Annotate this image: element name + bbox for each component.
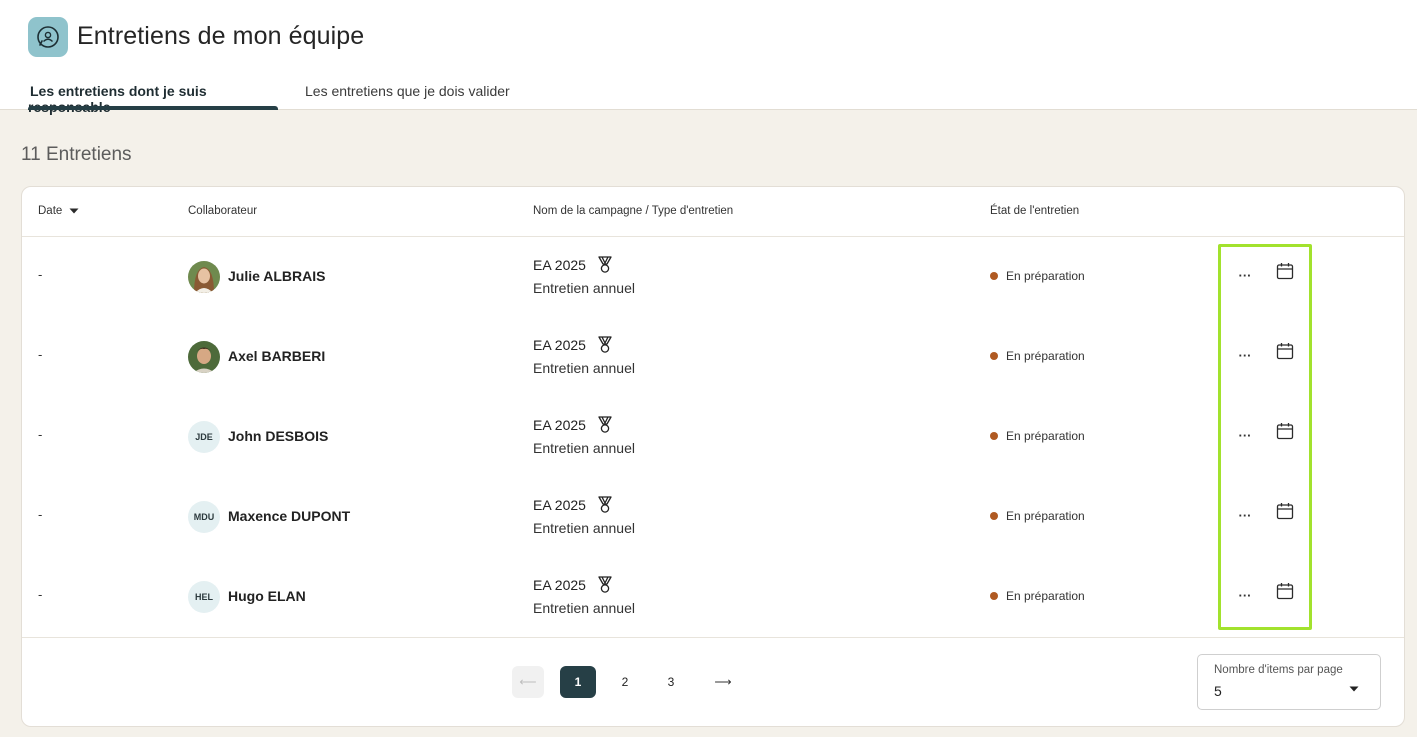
status-label: En préparation xyxy=(1006,269,1085,283)
interview-type: Entretien annuel xyxy=(533,360,635,376)
column-header-campaign: Nom de la campagne / Type d'entretien xyxy=(533,205,734,217)
interview-bubble-icon xyxy=(28,17,68,57)
collaborator-name[interactable]: Axel BARBERI xyxy=(228,348,325,364)
row-date: - xyxy=(38,587,43,602)
caret-down-icon xyxy=(1349,686,1359,692)
interview-type: Entretien annuel xyxy=(533,600,635,616)
interview-type: Entretien annuel xyxy=(533,520,635,536)
column-header-label: Date xyxy=(38,205,63,217)
award-ribbon-icon xyxy=(598,336,612,353)
interview-type: Entretien annuel xyxy=(533,440,635,456)
tab-label: Les entretiens dont je suis responsable xyxy=(28,83,207,115)
tab-interviews-to-validate[interactable]: Les entretiens que je dois valider xyxy=(305,83,510,110)
avatar: MDU xyxy=(188,501,220,533)
more-actions-button[interactable]: ··· xyxy=(1235,585,1255,605)
collaborator-name[interactable]: John DESBOIS xyxy=(228,428,328,444)
table-row[interactable]: - MDU Maxence DUPONT EA 2025 Entretien a… xyxy=(22,477,1404,557)
campaign-name: EA 2025 xyxy=(533,336,613,354)
status-badge: En préparation xyxy=(990,429,1085,443)
page-title: Entretiens de mon équipe xyxy=(77,22,365,50)
table-row[interactable]: - JDE John DESBOIS EA 2025 Entretien ann… xyxy=(22,397,1404,477)
campaign-label: EA 2025 xyxy=(533,337,586,353)
more-actions-button[interactable]: ··· xyxy=(1235,345,1255,365)
page-button-1[interactable]: 1 xyxy=(560,666,596,698)
interviews-table-card: Date Collaborateur Nom de la campagne / … xyxy=(21,186,1405,727)
column-header-state: État de l'entretien xyxy=(990,205,1080,217)
avatar: JDE xyxy=(188,421,220,453)
avatar xyxy=(188,261,220,293)
campaign-label: EA 2025 xyxy=(533,497,586,513)
status-dot xyxy=(990,512,998,520)
calendar-icon[interactable] xyxy=(1274,500,1296,522)
collaborator-name[interactable]: Maxence DUPONT xyxy=(228,508,350,524)
award-ribbon-icon xyxy=(598,496,612,513)
collaborator-name[interactable]: Julie ALBRAIS xyxy=(228,268,326,284)
status-badge: En préparation xyxy=(990,589,1085,603)
interview-type: Entretien annuel xyxy=(533,280,635,296)
column-header-collaborator: Collaborateur xyxy=(188,205,258,217)
more-actions-button[interactable]: ··· xyxy=(1235,265,1255,285)
calendar-icon[interactable] xyxy=(1274,340,1296,362)
next-page-button[interactable]: ⟶ xyxy=(707,666,739,698)
collaborator-name[interactable]: Hugo ELAN xyxy=(228,588,306,604)
status-badge: En préparation xyxy=(990,269,1085,283)
tab-label: Les entretiens que je dois valider xyxy=(305,83,510,99)
status-dot xyxy=(990,592,998,600)
table-row[interactable]: - HEL Hugo ELAN EA 2025 Entretien annuel… xyxy=(22,557,1404,637)
status-label: En préparation xyxy=(1006,429,1085,443)
page-button-3[interactable]: 3 xyxy=(653,666,689,698)
sort-down-icon xyxy=(69,208,79,214)
row-date: - xyxy=(38,347,43,362)
avatar: HEL xyxy=(188,581,220,613)
page-header: Entretiens de mon équipe Les entretiens … xyxy=(0,0,1417,115)
row-date: - xyxy=(38,267,43,282)
award-ribbon-icon xyxy=(598,416,612,433)
award-ribbon-icon xyxy=(598,576,612,593)
status-label: En préparation xyxy=(1006,509,1085,523)
more-actions-button[interactable]: ··· xyxy=(1235,425,1255,445)
items-per-page-select[interactable]: Nombre d'items par page 5 xyxy=(1197,654,1381,710)
table-row[interactable]: - Julie ALBRAIS EA 2025 Entretien annuel… xyxy=(22,237,1404,317)
interviews-count-title: 11 Entretiens xyxy=(21,144,132,165)
status-dot xyxy=(990,352,998,360)
column-header-date[interactable]: Date xyxy=(38,205,80,217)
status-badge: En préparation xyxy=(990,349,1085,363)
status-badge: En préparation xyxy=(990,509,1085,523)
previous-page-button[interactable]: ⟵ xyxy=(512,666,544,698)
status-label: En préparation xyxy=(1006,589,1085,603)
calendar-icon[interactable] xyxy=(1274,420,1296,442)
status-label: En préparation xyxy=(1006,349,1085,363)
page-button-2[interactable]: 2 xyxy=(607,666,643,698)
campaign-name: EA 2025 xyxy=(533,496,613,514)
items-per-page-label: Nombre d'items par page xyxy=(1214,664,1343,676)
campaign-label: EA 2025 xyxy=(533,257,586,273)
campaign-label: EA 2025 xyxy=(533,577,586,593)
items-per-page-value: 5 xyxy=(1214,683,1222,699)
tab-responsible-interviews[interactable]: Les entretiens dont je suis responsable xyxy=(28,83,278,115)
calendar-icon[interactable] xyxy=(1274,580,1296,602)
footer-divider xyxy=(22,637,1404,638)
avatar xyxy=(188,341,220,373)
campaign-label: EA 2025 xyxy=(533,417,586,433)
status-dot xyxy=(990,272,998,280)
campaign-name: EA 2025 xyxy=(533,256,613,274)
campaign-name: EA 2025 xyxy=(533,416,613,434)
row-date: - xyxy=(38,427,43,442)
row-date: - xyxy=(38,507,43,522)
more-actions-button[interactable]: ··· xyxy=(1235,505,1255,525)
status-dot xyxy=(990,432,998,440)
table-row[interactable]: - Axel BARBERI EA 2025 Entretien annuel … xyxy=(22,317,1404,397)
calendar-icon[interactable] xyxy=(1274,260,1296,282)
campaign-name: EA 2025 xyxy=(533,576,613,594)
award-ribbon-icon xyxy=(598,256,612,273)
